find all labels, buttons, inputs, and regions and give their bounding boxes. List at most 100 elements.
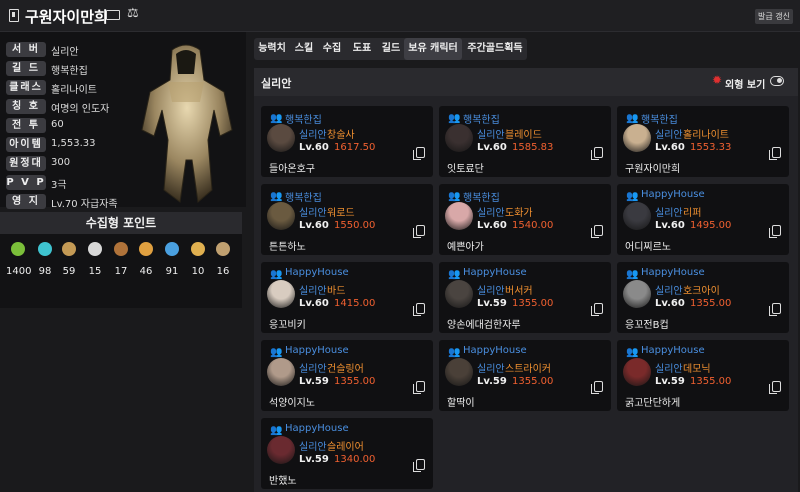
character-card[interactable]: 👥 HappyHouse 실리안 슬레이어 Lv.59 1340.00 반했노 bbox=[261, 418, 433, 489]
guild-members-icon: 👥 bbox=[448, 113, 461, 124]
copy-icon[interactable] bbox=[769, 381, 781, 394]
copy-icon[interactable] bbox=[769, 303, 781, 316]
collection-item[interactable]: 17 bbox=[109, 242, 133, 277]
character-card[interactable]: 👥 HappyHouse 실리안 스트라이커 Lv.59 1355.00 할딱이 bbox=[439, 340, 611, 411]
profile-row-value: 행복한집 bbox=[51, 66, 88, 77]
tab-6[interactable]: 보유 캐릭터 bbox=[404, 38, 462, 60]
guild-name[interactable]: 행복한집 bbox=[463, 111, 500, 126]
collection-item[interactable]: 15 bbox=[83, 242, 107, 277]
character-card[interactable]: 👥 행복한집 실리안 워로드 Lv.60 1550.00 튼튼하노 bbox=[261, 184, 433, 255]
character-card[interactable]: 👥 HappyHouse 실리안 건슬링어 Lv.59 1355.00 석양이지노 bbox=[261, 340, 433, 411]
collection-item[interactable]: 59 bbox=[57, 242, 81, 277]
collection-item[interactable]: 91 bbox=[160, 242, 184, 277]
item-level: 1585.83 bbox=[512, 142, 554, 153]
class-name: 슬레이어 bbox=[327, 442, 364, 453]
copy-icon[interactable] bbox=[413, 459, 425, 472]
guild-name[interactable]: 행복한집 bbox=[463, 189, 500, 204]
character-avatar bbox=[267, 280, 295, 308]
character-card[interactable]: 👥 행복한집 실리안 홀리나이트 Lv.60 1553.33 구원자이만희 bbox=[617, 106, 789, 177]
tab-3[interactable]: 수집 bbox=[318, 38, 346, 60]
guild-name[interactable]: 행복한집 bbox=[641, 111, 678, 126]
character-nickname[interactable]: 어디찌르노 bbox=[625, 238, 671, 253]
guild-name[interactable]: HappyHouse bbox=[463, 267, 527, 278]
class-name: 도화가 bbox=[505, 208, 533, 219]
guild-name[interactable]: HappyHouse bbox=[641, 345, 705, 356]
character-nickname[interactable]: 석양이지노 bbox=[269, 394, 315, 409]
guild-members-icon: 👥 bbox=[270, 191, 283, 202]
collection-item[interactable]: 46 bbox=[134, 242, 158, 277]
copy-icon[interactable] bbox=[591, 381, 603, 394]
guild-name[interactable]: HappyHouse bbox=[285, 423, 349, 434]
character-name: 구원자이만희 bbox=[25, 8, 108, 26]
ignea-token-icon bbox=[114, 242, 128, 256]
copy-icon[interactable] bbox=[413, 147, 425, 160]
copy-icon[interactable] bbox=[413, 225, 425, 238]
guild-members-icon: 👥 bbox=[270, 425, 283, 436]
character-nickname[interactable]: 응꼬비키 bbox=[269, 316, 306, 331]
guild-name[interactable]: 행복한집 bbox=[285, 189, 322, 204]
guild-name[interactable]: HappyHouse bbox=[641, 189, 705, 200]
copy-icon[interactable] bbox=[413, 381, 425, 394]
bookmark-icon[interactable] bbox=[9, 9, 19, 22]
copy-icon[interactable] bbox=[591, 147, 603, 160]
character-level: Lv.60 bbox=[655, 142, 685, 153]
character-nickname[interactable]: 양손에대검한자루 bbox=[447, 316, 521, 331]
character-card[interactable]: 👥 HappyHouse 실리안 리퍼 Lv.60 1495.00 어디찌르노 bbox=[617, 184, 789, 255]
character-card[interactable]: 👥 HappyHouse 실리안 바드 Lv.60 1415.00 응꼬비키 bbox=[261, 262, 433, 333]
world-tree-leaf-icon bbox=[165, 242, 179, 256]
guild-name[interactable]: HappyHouse bbox=[463, 345, 527, 356]
character-nickname[interactable]: 예쁜아가 bbox=[447, 238, 484, 253]
character-level: Lv.59 bbox=[299, 454, 329, 465]
class-name: 블레이드 bbox=[505, 130, 542, 141]
tab-5[interactable]: 길드 bbox=[378, 38, 404, 60]
guild-members-icon: 👥 bbox=[270, 347, 283, 358]
item-level: 1355.00 bbox=[512, 376, 554, 387]
guild-name[interactable]: 행복한집 bbox=[285, 111, 322, 126]
character-nickname[interactable]: 잇토료단 bbox=[447, 160, 484, 175]
character-nickname[interactable]: 응꼬전B컵 bbox=[625, 316, 669, 331]
collection-count: 17 bbox=[114, 266, 128, 277]
character-nickname[interactable]: 들아온호구 bbox=[269, 160, 315, 175]
tab-4[interactable]: 도표 bbox=[348, 38, 376, 60]
character-avatar bbox=[445, 124, 473, 152]
tab-7[interactable]: 주간골드획득 bbox=[464, 38, 526, 60]
server-name: 실리안 bbox=[655, 208, 683, 219]
id-card-icon[interactable] bbox=[106, 10, 120, 20]
mokoko-seed-icon bbox=[11, 242, 25, 256]
tab-2[interactable]: 스킬 bbox=[292, 38, 316, 60]
copy-icon[interactable] bbox=[769, 147, 781, 160]
collection-item[interactable]: 98 bbox=[33, 242, 57, 277]
copy-icon[interactable] bbox=[591, 225, 603, 238]
server-name: 실리안 bbox=[655, 130, 683, 141]
guild-name[interactable]: HappyHouse bbox=[641, 267, 705, 278]
copy-icon[interactable] bbox=[769, 225, 781, 238]
character-nickname[interactable]: 할딱이 bbox=[447, 394, 475, 409]
main-content: 능력치 스킬 수집 도표 길드 보유 캐릭터 주간골드획득 실리안 ✹ 외형 보기 👥 행복한… bbox=[254, 38, 798, 492]
refresh-button[interactable]: 발급 갱신 bbox=[755, 9, 793, 24]
copy-icon[interactable] bbox=[413, 303, 425, 316]
look-toggle[interactable] bbox=[770, 76, 784, 86]
tab-1[interactable]: 능력치 bbox=[254, 38, 290, 60]
character-nickname[interactable]: 반했노 bbox=[269, 472, 297, 487]
character-nickname[interactable]: 튼튼하노 bbox=[269, 238, 306, 253]
collection-item[interactable]: 10 bbox=[186, 242, 210, 277]
character-card[interactable]: 👥 HappyHouse 실리안 호크아이 Lv.60 1355.00 응꼬전B컵 bbox=[617, 262, 789, 333]
copy-icon[interactable] bbox=[591, 303, 603, 316]
character-nickname[interactable]: 구원자이만희 bbox=[625, 160, 680, 175]
class-name: 홀리나이트 bbox=[683, 130, 729, 141]
collection-item[interactable]: 1400 bbox=[6, 242, 31, 277]
item-level: 1553.33 bbox=[690, 142, 732, 153]
guild-name[interactable]: HappyHouse bbox=[285, 267, 349, 278]
collection-item[interactable]: 16 bbox=[211, 242, 235, 277]
tab-bar: 능력치 스킬 수집 도표 길드 보유 캐릭터 주간골드획득 bbox=[254, 38, 527, 60]
item-level: 1355.00 bbox=[334, 376, 376, 387]
character-card[interactable]: 👥 행복한집 실리안 도화가 Lv.60 1540.00 예쁜아가 bbox=[439, 184, 611, 255]
scale-icon[interactable]: ⚖ bbox=[127, 7, 139, 20]
guild-name[interactable]: HappyHouse bbox=[285, 345, 349, 356]
character-card[interactable]: 👥 행복한집 실리안 블레이드 Lv.60 1585.83 잇토료단 bbox=[439, 106, 611, 177]
character-card[interactable]: 👥 HappyHouse 실리안 데모닉 Lv.59 1355.00 굵고단단하게 bbox=[617, 340, 789, 411]
character-card[interactable]: 👥 HappyHouse 실리안 버서커 Lv.59 1355.00 양손에대검한자루 bbox=[439, 262, 611, 333]
character-nickname[interactable]: 굵고단단하게 bbox=[625, 394, 680, 409]
character-portrait bbox=[141, 44, 233, 203]
character-card[interactable]: 👥 행복한집 실리안 창술사 Lv.60 1617.50 들아온호구 bbox=[261, 106, 433, 177]
